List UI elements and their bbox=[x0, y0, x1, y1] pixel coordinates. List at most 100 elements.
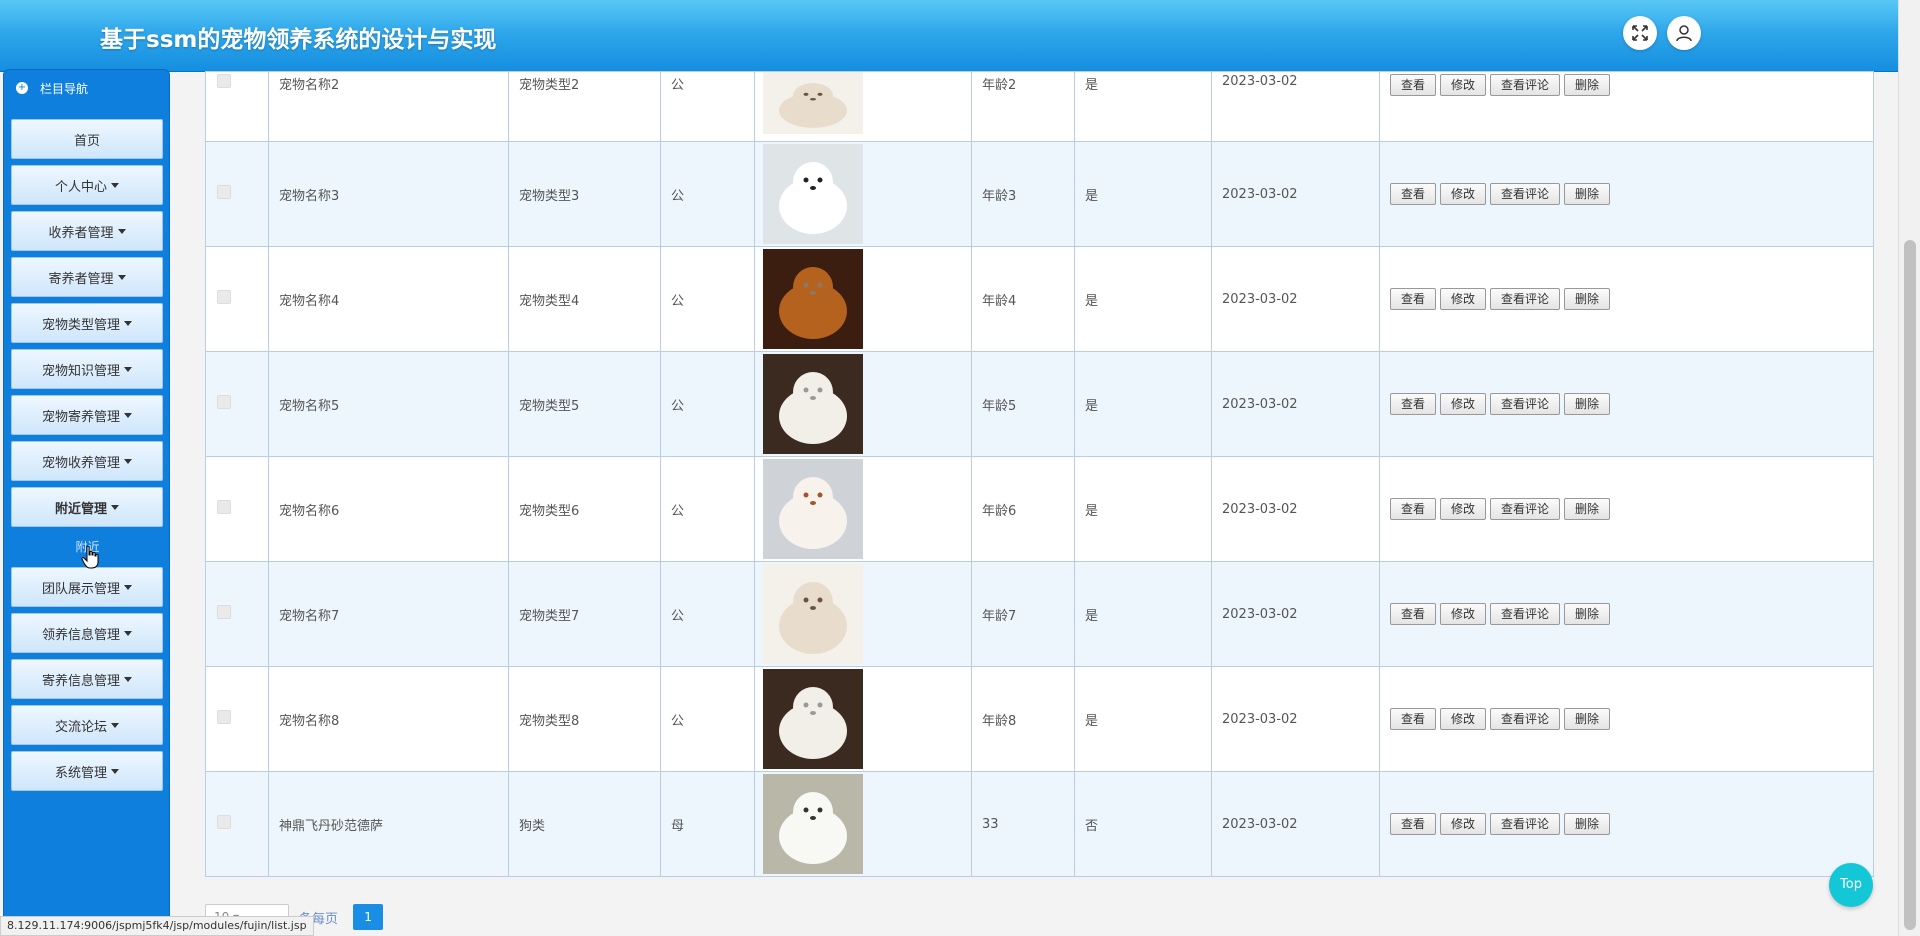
view-button[interactable]: 查看 bbox=[1390, 603, 1437, 625]
edit-button[interactable]: 修改 bbox=[1440, 498, 1487, 520]
sidebar-item-6[interactable]: 宠物寄养管理 bbox=[11, 395, 163, 435]
pet-sex-cell: 公 bbox=[660, 71, 755, 142]
row-checkbox[interactable] bbox=[217, 290, 231, 304]
delete-button[interactable]: 删除 bbox=[1564, 393, 1611, 415]
actions-cell: 查看 修改 查看评论 删除 bbox=[1379, 351, 1874, 457]
pet-image-cell bbox=[754, 561, 972, 667]
row-checkbox[interactable] bbox=[217, 74, 231, 88]
view-button[interactable]: 查看 bbox=[1390, 74, 1437, 96]
pet-type-cell: 狗类 bbox=[508, 771, 661, 877]
view-button[interactable]: 查看 bbox=[1390, 183, 1437, 205]
pet-photo bbox=[763, 144, 863, 244]
fullscreen-button[interactable] bbox=[1623, 16, 1657, 50]
edit-button[interactable]: 修改 bbox=[1440, 288, 1487, 310]
row-checkbox[interactable] bbox=[217, 185, 231, 199]
sidebar-item-7[interactable]: 宠物收养管理 bbox=[11, 441, 163, 481]
pet-photo bbox=[763, 669, 863, 769]
delete-button[interactable]: 删除 bbox=[1564, 498, 1611, 520]
select-cell bbox=[205, 351, 269, 457]
sidebar-item-13[interactable]: 系统管理 bbox=[11, 751, 163, 791]
sidebar-item-8[interactable]: 附近管理 bbox=[11, 487, 163, 527]
actions-cell: 查看 修改 查看评论 删除 bbox=[1379, 141, 1874, 247]
view-button[interactable]: 查看 bbox=[1390, 813, 1437, 835]
row-checkbox[interactable] bbox=[217, 500, 231, 514]
sidebar-item-1[interactable]: 个人中心 bbox=[11, 165, 163, 205]
row-checkbox[interactable] bbox=[217, 605, 231, 619]
pet-name-cell: 神鼎飞丹砂范德萨 bbox=[268, 771, 509, 877]
actions-cell: 查看 修改 查看评论 删除 bbox=[1379, 456, 1874, 562]
edit-button[interactable]: 修改 bbox=[1440, 813, 1487, 835]
view-comments-button[interactable]: 查看评论 bbox=[1490, 393, 1561, 415]
sidebar-item-0[interactable]: 首页 bbox=[11, 119, 163, 159]
edit-button[interactable]: 修改 bbox=[1440, 393, 1487, 415]
pet-image-cell bbox=[754, 666, 972, 772]
edit-button[interactable]: 修改 bbox=[1440, 708, 1487, 730]
pet-photo bbox=[763, 354, 863, 454]
sidebar-item-3[interactable]: 寄养者管理 bbox=[11, 257, 163, 297]
sidebar-item-11[interactable]: 寄养信息管理 bbox=[11, 659, 163, 699]
actions-cell: 查看 修改 查看评论 删除 bbox=[1379, 666, 1874, 772]
pet-sex-cell: 母 bbox=[660, 771, 755, 877]
edit-button[interactable]: 修改 bbox=[1440, 74, 1487, 96]
expand-icon bbox=[1632, 25, 1648, 41]
caret-down-icon bbox=[117, 274, 126, 280]
caret-down-icon bbox=[124, 458, 132, 464]
view-comments-button[interactable]: 查看评论 bbox=[1490, 813, 1561, 835]
sidebar-item-label: 寄养者管理 bbox=[48, 271, 114, 287]
delete-button[interactable]: 删除 bbox=[1564, 183, 1611, 205]
sidebar-item-label: 领养信息管理 bbox=[41, 627, 120, 643]
caret-down-icon bbox=[124, 584, 132, 590]
pet-date-cell: 2023-03-02 bbox=[1211, 771, 1380, 877]
view-comments-button[interactable]: 查看评论 bbox=[1490, 183, 1561, 205]
pet-image-cell bbox=[754, 246, 972, 352]
row-checkbox[interactable] bbox=[217, 710, 231, 724]
pet-photo bbox=[763, 564, 863, 664]
page-number-button[interactable]: 1 bbox=[353, 904, 384, 930]
sidebar-item-label: 附近管理 bbox=[54, 501, 107, 517]
back-to-top-button[interactable]: Top bbox=[1829, 863, 1873, 907]
sidebar-item-label: 宠物寄养管理 bbox=[41, 409, 120, 425]
edit-button[interactable]: 修改 bbox=[1440, 603, 1487, 625]
caret-down-icon bbox=[111, 504, 119, 510]
view-button[interactable]: 查看 bbox=[1390, 708, 1437, 730]
pet-table: 宠物名称2 宠物类型2 公年龄2 是 2023-03-02 查看 修改 查看评论 删除 宠物名称3… bbox=[205, 71, 1874, 877]
row-checkbox[interactable] bbox=[217, 395, 231, 409]
pet-age-cell: 年龄6 bbox=[971, 456, 1075, 562]
delete-button[interactable]: 删除 bbox=[1564, 74, 1611, 96]
sidebar-item-5[interactable]: 宠物知识管理 bbox=[11, 349, 163, 389]
scrollbar-thumb[interactable] bbox=[1904, 240, 1916, 930]
view-button[interactable]: 查看 bbox=[1390, 288, 1437, 310]
row-checkbox[interactable] bbox=[217, 815, 231, 829]
delete-button[interactable]: 删除 bbox=[1564, 603, 1611, 625]
view-button[interactable]: 查看 bbox=[1390, 498, 1437, 520]
table-row: 宠物名称7 宠物类型7 公年龄7 是 2023-03-02 查看 修改 查看评论 删除 bbox=[205, 561, 1874, 667]
user-icon bbox=[1676, 25, 1692, 42]
view-comments-button[interactable]: 查看评论 bbox=[1490, 288, 1561, 310]
view-comments-button[interactable]: 查看评论 bbox=[1490, 74, 1561, 96]
view-comments-button[interactable]: 查看评论 bbox=[1490, 498, 1561, 520]
view-comments-button[interactable]: 查看评论 bbox=[1490, 603, 1561, 625]
table-row: 宠物名称5 宠物类型5 公年龄5 是 2023-03-02 查看 修改 查看评论 删除 bbox=[205, 351, 1874, 457]
pet-flag-cell: 是 bbox=[1074, 456, 1212, 562]
sidebar-item-12[interactable]: 交流论坛 bbox=[11, 705, 163, 745]
pet-name-cell: 宠物名称4 bbox=[268, 246, 509, 352]
pet-image-cell bbox=[754, 771, 972, 877]
view-button[interactable]: 查看 bbox=[1390, 393, 1437, 415]
pet-date-cell: 2023-03-02 bbox=[1211, 561, 1380, 667]
delete-button[interactable]: 删除 bbox=[1564, 708, 1611, 730]
delete-button[interactable]: 删除 bbox=[1564, 288, 1611, 310]
page-scrollbar[interactable] bbox=[1898, 0, 1920, 936]
edit-button[interactable]: 修改 bbox=[1440, 183, 1487, 205]
sidebar-item-9[interactable]: 团队展示管理 bbox=[11, 567, 163, 607]
sidebar-item-10[interactable]: 领养信息管理 bbox=[11, 613, 163, 653]
caret-down-icon bbox=[111, 768, 119, 774]
sidebar-item-label: 宠物收养管理 bbox=[41, 455, 120, 471]
status-url: 8.129.11.174:9006/jspmj5fk4/jsp/modules/… bbox=[0, 916, 314, 936]
user-button[interactable] bbox=[1667, 16, 1701, 50]
sidebar-item-label: 宠物知识管理 bbox=[41, 363, 120, 379]
sidebar-item-label: 寄养信息管理 bbox=[41, 673, 120, 689]
view-comments-button[interactable]: 查看评论 bbox=[1490, 708, 1561, 730]
sidebar-item-2[interactable]: 收养者管理 bbox=[11, 211, 163, 251]
delete-button[interactable]: 删除 bbox=[1564, 813, 1611, 835]
sidebar-item-4[interactable]: 宠物类型管理 bbox=[11, 303, 163, 343]
